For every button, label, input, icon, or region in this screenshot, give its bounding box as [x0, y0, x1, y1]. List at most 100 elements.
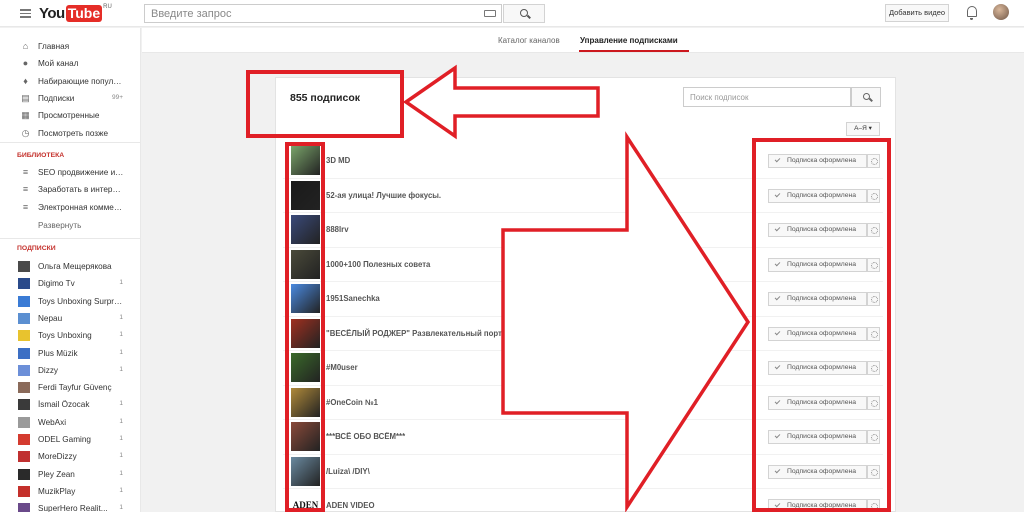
sidebar-item-subscription[interactable]: MuzikPlay 1: [0, 483, 141, 500]
gear-icon[interactable]: [867, 499, 880, 512]
playlist-icon: ≡: [22, 184, 29, 195]
channel-avatar[interactable]: [291, 353, 320, 382]
sidebar-item-nav-5[interactable]: ◷ Посмотреть позже: [0, 125, 141, 142]
row-divider: [283, 384, 883, 386]
sidebar-item-count: 1: [119, 365, 123, 373]
subscription-search-input[interactable]: Поиск подписок: [683, 87, 851, 107]
channel-avatar[interactable]: ADEN: [291, 491, 320, 512]
sidebar-item-subscription[interactable]: Toys Unboxing 1: [0, 327, 141, 344]
channel-name[interactable]: /Luiza\ /DIY\: [326, 467, 370, 476]
avatar[interactable]: [993, 4, 1009, 20]
row-divider: [283, 488, 883, 489]
sidebar-item-subscription[interactable]: Ferdi Tayfur Güvenç: [0, 379, 141, 396]
subscribed-button[interactable]: Подписка оформлена: [768, 223, 867, 237]
subscribed-label: Подписка оформлена: [787, 260, 857, 268]
sidebar-item-nav-0[interactable]: ⌂ Главная: [0, 38, 141, 55]
subscription-search-button[interactable]: [851, 87, 881, 107]
search-button[interactable]: [503, 4, 545, 23]
channel-avatar[interactable]: [291, 422, 320, 451]
subscribed-button[interactable]: Подписка оформлена: [768, 188, 867, 203]
sidebar-item-label: Toys Unboxing: [38, 331, 92, 341]
subscribed-button[interactable]: Подписка оформлена: [768, 154, 867, 168]
channel-avatar[interactable]: [291, 249, 320, 279]
subscribed-button[interactable]: Подписка оформлена: [768, 464, 867, 479]
subscribed-label: Подписка оформлена: [787, 467, 857, 475]
sort-dropdown[interactable]: А–Я ▾: [846, 122, 880, 136]
channel-avatar: [18, 434, 30, 445]
channel-avatar[interactable]: [291, 215, 320, 244]
subscribed-button[interactable]: Подписка оформлена: [768, 326, 867, 341]
channel-name[interactable]: 52-ая улица! Лучшие фокусы.: [326, 191, 441, 200]
row-divider: [283, 419, 883, 420]
bell-icon[interactable]: [967, 6, 977, 20]
gear-icon[interactable]: [867, 154, 880, 168]
check-icon: [774, 294, 781, 301]
row-divider: [283, 212, 883, 213]
channel-avatar[interactable]: [291, 318, 320, 348]
sidebar-item-subscription[interactable]: Dizzy 1: [0, 362, 141, 379]
channel-avatar: [18, 278, 30, 290]
sidebar-item-subscription[interactable]: Ольга Мещерякова: [0, 258, 141, 275]
search-input[interactable]: Введите запрос: [144, 4, 502, 23]
tab-channel-catalog[interactable]: Каталог каналов: [498, 36, 560, 45]
subscribed-button[interactable]: Подписка оформлена: [768, 257, 867, 272]
subscribed-button[interactable]: Подписка оформлена: [768, 361, 867, 375]
channel-avatar[interactable]: [291, 284, 320, 313]
sidebar-item-subscription[interactable]: Toys Unboxing Surpris...: [0, 293, 141, 310]
channel-avatar: [18, 451, 30, 463]
sidebar-item-nav-2[interactable]: ♦ Набирающие популя...: [0, 73, 141, 90]
gear-icon[interactable]: [867, 188, 880, 203]
channel-name[interactable]: 1951Sanechka: [326, 294, 380, 303]
subscribed-label: Подписка оформлена: [787, 226, 857, 233]
channel-name[interactable]: 888lrv: [326, 225, 349, 234]
sidebar-item-subscription[interactable]: ODEL Gaming 1: [0, 431, 141, 448]
channel-name[interactable]: ***ВСЁ ОБО ВСЁМ***: [326, 432, 405, 441]
subscribed-button[interactable]: Подписка оформлена: [768, 499, 867, 512]
gear-icon[interactable]: [867, 257, 880, 272]
channel-name[interactable]: ADEN VIDEO: [326, 501, 375, 510]
sidebar-item-playlist-0[interactable]: ≡ SEO продвижение и р...: [0, 164, 141, 181]
sidebar-item-nav-1[interactable]: ● Мой канал: [0, 55, 141, 72]
gear-icon[interactable]: [867, 430, 880, 444]
sidebar-item-label: Ferdi Tayfur Güvenç: [38, 383, 112, 393]
channel-avatar[interactable]: [291, 146, 320, 175]
gear-icon[interactable]: [867, 326, 880, 341]
keyboard-icon[interactable]: [484, 10, 496, 17]
add-video-button[interactable]: Добавить видео: [885, 4, 949, 22]
sidebar-item-playlist-1[interactable]: ≡ Заработать в интерне...: [0, 181, 141, 198]
playlist-icon: ≡: [22, 201, 29, 212]
gear-icon[interactable]: [867, 223, 880, 237]
tab-manage-subscriptions[interactable]: Управление подписками: [580, 36, 678, 45]
sidebar-item-nav-3[interactable]: ▤ Подписки 99+: [0, 90, 141, 107]
sidebar-item-subscription[interactable]: MoreDizzy 1: [0, 448, 141, 465]
subscribed-button[interactable]: Подписка оформлена: [768, 292, 867, 306]
sidebar-item-playlist-2[interactable]: ≡ Электронная коммер...: [0, 199, 141, 216]
sidebar-item-nav-4[interactable]: ▦ Просмотренные: [0, 107, 141, 124]
channel-name[interactable]: 3D MD: [326, 156, 350, 165]
gear-icon[interactable]: [867, 395, 880, 410]
subscribed-button[interactable]: Подписка оформлена: [768, 430, 867, 444]
channel-avatar[interactable]: [291, 456, 320, 486]
sidebar-item-subscription[interactable]: Plus Müzik 1: [0, 345, 141, 362]
sidebar-item-subscription[interactable]: İsmail Özocak 1: [0, 396, 141, 413]
channel-avatar[interactable]: [291, 180, 320, 210]
channel-name[interactable]: #OneCoin №1: [326, 398, 378, 407]
sidebar-item-subscription[interactable]: Digimo Tv 1: [0, 275, 141, 292]
sidebar-item-subscription[interactable]: WebAxi 1: [0, 414, 141, 431]
channel-name[interactable]: 1000+100 Полезных совета: [326, 260, 430, 269]
sidebar-item-subscription[interactable]: SuperHero Realit... 1: [0, 500, 141, 512]
subscribed-button[interactable]: Подписка оформлена: [768, 395, 867, 410]
menu-icon[interactable]: [20, 9, 31, 18]
check-icon: [774, 329, 781, 335]
channel-avatar[interactable]: [291, 387, 320, 417]
sidebar-item-subscription[interactable]: Pley Zean 1: [0, 466, 141, 483]
user-icon: ●: [22, 58, 29, 69]
gear-icon[interactable]: [867, 292, 880, 306]
gear-icon[interactable]: [867, 361, 880, 375]
expand-link[interactable]: Развернуть: [38, 221, 81, 230]
gear-icon[interactable]: [867, 464, 880, 479]
sidebar-item-subscription[interactable]: Nepau 1: [0, 310, 141, 327]
channel-name[interactable]: #M0user: [326, 363, 358, 372]
youtube-logo[interactable]: You Tube RU: [39, 4, 112, 22]
channel-name[interactable]: "ВЕСЁЛЫЙ РОДЖЕР" Развлекательный портал: [326, 329, 511, 338]
